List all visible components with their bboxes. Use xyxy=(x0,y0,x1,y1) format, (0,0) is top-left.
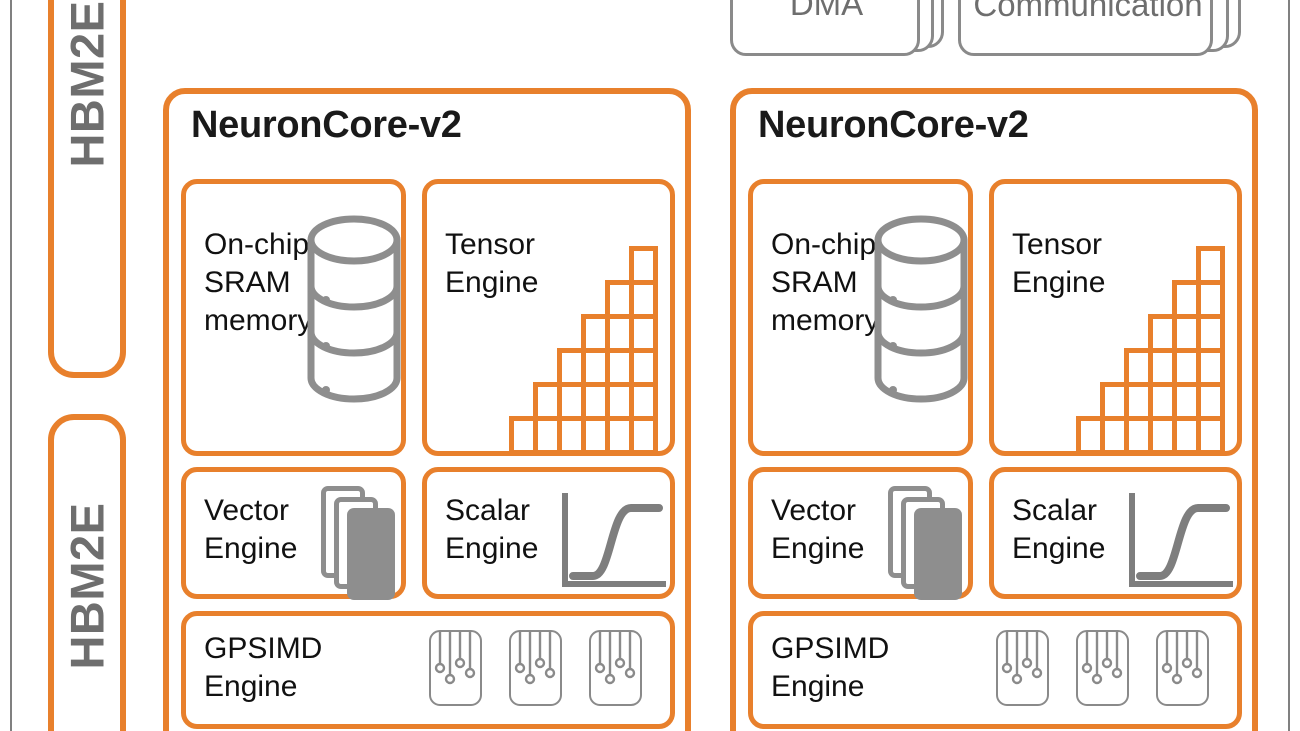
neuroncore-v2-container-1[interactable]: NeuronCore-v2 On-chip SRAM memory Tensor… xyxy=(163,88,691,731)
on-chip-sram-memory-block-1[interactable]: On-chip SRAM memory xyxy=(181,179,406,456)
scalar-engine-block-1[interactable]: Scalar Engine xyxy=(422,467,675,599)
stacked-cards-icon xyxy=(888,486,978,600)
hbm2e-stack-2[interactable]: HBM2E xyxy=(48,414,126,731)
tensor-engine-block-2[interactable]: Tensor Engine xyxy=(989,179,1242,456)
systolic-col xyxy=(508,415,538,455)
neuroncore-title: NeuronCore-v2 xyxy=(191,104,462,146)
neuroncore-title: NeuronCore-v2 xyxy=(758,104,1029,146)
vector-engine-label: Vector Engine xyxy=(204,494,298,566)
systolic-col xyxy=(1171,279,1201,455)
page-border-right xyxy=(1288,0,1290,731)
sigmoid-curve-icon xyxy=(559,492,669,597)
vector-engine-block-2[interactable]: Vector Engine xyxy=(748,467,973,600)
processor-pins-icon xyxy=(429,630,482,706)
device-architecture-diagram: HBM2E HBM2E DMA Collective Communication… xyxy=(0,0,1300,731)
on-chip-sram-memory-label: On-chip SRAM memory xyxy=(204,228,313,338)
systolic-col xyxy=(1147,313,1177,455)
systolic-col xyxy=(580,313,610,455)
systolic-col xyxy=(1075,415,1105,455)
on-chip-sram-memory-block-2[interactable]: On-chip SRAM memory xyxy=(748,179,973,456)
hbm2e-label: HBM2E xyxy=(60,502,114,670)
sigmoid-curve-icon xyxy=(1126,492,1236,597)
gpsimd-engine-block-1[interactable]: GPSIMD Engine xyxy=(181,611,675,729)
processor-pins-icon xyxy=(1156,630,1209,706)
hbm2e-stack-1[interactable]: HBM2E xyxy=(48,0,126,378)
dma-label: DMA xyxy=(789,0,864,22)
hbm2e-label: HBM2E xyxy=(60,0,114,168)
gpsimd-engine-label: GPSIMD Engine xyxy=(204,632,323,704)
database-cylinder-icon xyxy=(306,214,402,409)
tensor-engine-block-1[interactable]: Tensor Engine xyxy=(422,179,675,456)
scalar-engine-label: Scalar Engine xyxy=(445,494,539,566)
vector-engine-label: Vector Engine xyxy=(771,494,865,566)
processor-pins-icon xyxy=(1076,630,1129,706)
dma-engine-group[interactable]: DMA xyxy=(730,0,945,58)
database-cylinder-icon xyxy=(873,214,969,409)
systolic-col xyxy=(628,245,658,455)
processor-pins-icon xyxy=(589,630,642,706)
systolic-col xyxy=(1099,381,1129,455)
systolic-array-icon xyxy=(508,192,658,455)
page-border-left xyxy=(10,0,12,731)
systolic-col xyxy=(604,279,634,455)
systolic-col xyxy=(1195,245,1225,455)
collective-communication-group[interactable]: Collective Communication xyxy=(958,0,1248,58)
scalar-engine-block-2[interactable]: Scalar Engine xyxy=(989,467,1242,599)
systolic-array-icon xyxy=(1075,192,1225,455)
stacked-cards-icon xyxy=(321,486,411,600)
neuroncore-v2-container-2[interactable]: NeuronCore-v2 On-chip SRAM memory Tensor… xyxy=(730,88,1258,731)
systolic-col xyxy=(532,381,562,455)
gpsimd-engine-block-2[interactable]: GPSIMD Engine xyxy=(748,611,1242,729)
systolic-col xyxy=(1123,347,1153,455)
scalar-engine-label: Scalar Engine xyxy=(1012,494,1106,566)
card-front xyxy=(347,508,395,600)
processor-pins-icon xyxy=(996,630,1049,706)
collective-communication-label: Collective Communication xyxy=(973,0,1203,23)
processor-pins-icon xyxy=(509,630,562,706)
card-front xyxy=(914,508,962,600)
systolic-col xyxy=(556,347,586,455)
on-chip-sram-memory-label: On-chip SRAM memory xyxy=(771,228,880,338)
gpsimd-engine-label: GPSIMD Engine xyxy=(771,632,890,704)
vector-engine-block-1[interactable]: Vector Engine xyxy=(181,467,406,600)
